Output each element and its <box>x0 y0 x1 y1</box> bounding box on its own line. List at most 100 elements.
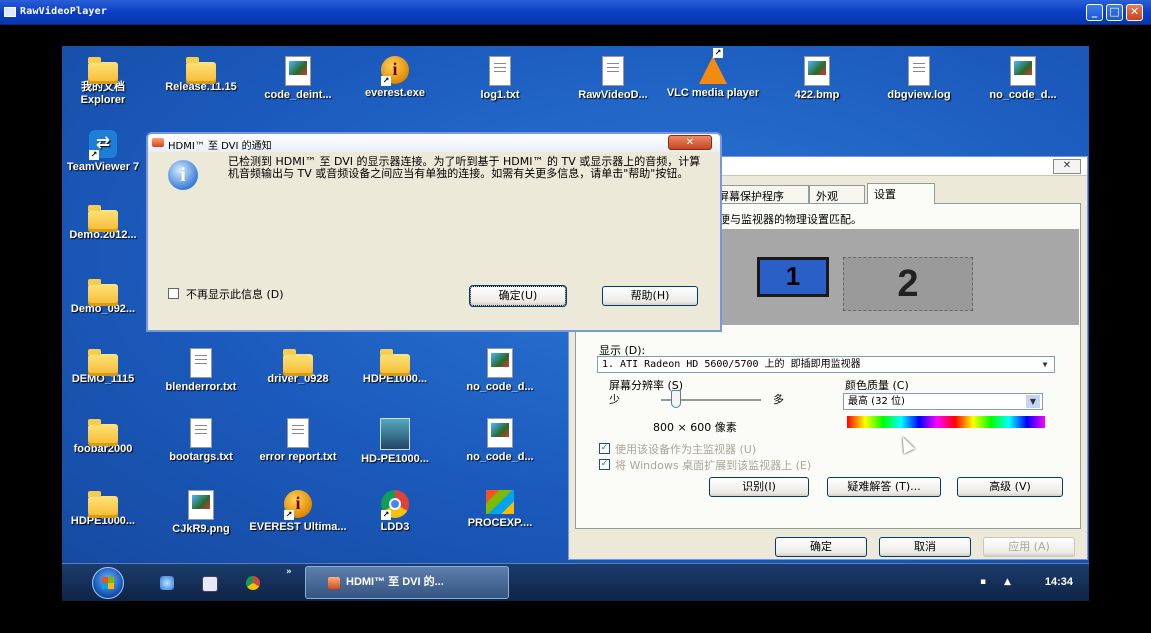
chevron-down-icon: ▼ <box>1042 360 1048 369</box>
desktop-icon[interactable]: everest.exe <box>346 56 444 100</box>
image-file-icon <box>1010 56 1036 86</box>
ie-icon[interactable] <box>160 576 174 590</box>
text-file-icon <box>287 418 309 448</box>
window-title: RawVideoPlayer <box>20 6 108 17</box>
ok-button[interactable]: 确定 <box>775 537 867 557</box>
desktop-icon[interactable]: driver_0928 <box>249 348 347 386</box>
cancel-button[interactable]: 取消 <box>879 537 971 557</box>
apply-button[interactable]: 应用 (A) <box>983 537 1075 557</box>
desktop-icon[interactable]: LDD3 <box>346 490 444 534</box>
advanced-button[interactable]: 高级 (V) <box>957 477 1063 497</box>
desktop-icon[interactable]: blenderror.txt <box>152 348 250 394</box>
teamviewer-icon <box>89 130 117 160</box>
notification-help-button[interactable]: 帮助(H) <box>602 286 698 306</box>
desktop-icon[interactable]: DEMO_1115 <box>62 348 152 386</box>
folder-icon <box>88 205 118 232</box>
notification-ok-button[interactable]: 确定(U) <box>469 285 567 307</box>
taskbar-item-label: HDMI™ 至 DVI 的... <box>346 576 444 588</box>
image-file-icon <box>487 418 513 448</box>
hint-text: 便与监视器的物理设置匹配。 <box>719 213 862 226</box>
desktop-icon[interactable]: code_deint... <box>249 56 347 102</box>
color-quality-select[interactable]: 最高 (32 位) ▼ <box>843 393 1043 410</box>
image-file-icon <box>487 348 513 378</box>
window-titlebar: RawVideoPlayer _ □ ✕ <box>0 0 1151 25</box>
desktop-icon[interactable]: Release.11.15 <box>152 56 250 94</box>
close-button[interactable]: ✕ <box>1126 4 1143 21</box>
text-file-icon <box>489 56 511 86</box>
procexp-icon <box>486 490 514 514</box>
desktop-icon[interactable]: 我的文档 Explorer <box>62 56 152 107</box>
notification-titlebar: HDMI™ 至 DVI 的通知 ✕ <box>148 134 720 152</box>
desktop-icon[interactable]: EVEREST Ultima... <box>249 490 347 534</box>
monitor-2[interactable]: 2 <box>843 257 973 311</box>
minimize-button[interactable]: _ <box>1086 4 1103 21</box>
desktop-icon[interactable]: RawVideoD... <box>564 56 662 102</box>
save-icon[interactable] <box>202 576 218 592</box>
desktop-icon[interactable]: error report.txt <box>249 418 347 464</box>
tray-network-icon[interactable]: ▪ <box>980 577 986 587</box>
dialog-close-button[interactable]: ✕ <box>1053 159 1081 174</box>
tab-appearance[interactable]: 外观 <box>809 185 865 203</box>
desktop-icon-label: 422.bmp <box>794 89 840 101</box>
desktop-icon[interactable]: Demo_092... <box>62 278 152 316</box>
desktop-icon[interactable]: CJkR9.png <box>152 490 250 536</box>
troubleshoot-button[interactable]: 疑难解答 (T)... <box>827 477 941 497</box>
desktop-icon[interactable]: HDPE1000... <box>346 348 444 386</box>
desktop-icon-label: LDD3 <box>380 521 410 533</box>
resolution-slider-thumb[interactable] <box>671 390 681 408</box>
image-file-icon <box>285 56 311 86</box>
desktop-icon[interactable]: TeamViewer 7 <box>62 130 152 174</box>
notification-close-button[interactable]: ✕ <box>668 135 712 150</box>
desktop-icon-label: code_deint... <box>264 89 332 101</box>
primary-monitor-checkbox[interactable]: ✓ <box>599 443 610 454</box>
desktop-icon[interactable]: HDPE1000... <box>62 490 152 528</box>
chevron-down-icon: ▼ <box>1026 395 1040 408</box>
tab-screensaver[interactable]: 屏幕保护程序 <box>711 185 809 203</box>
taskbar-clock[interactable]: 14:34 <box>1045 576 1073 588</box>
desktop-icon[interactable]: HD-PE1000... <box>346 418 444 466</box>
folder-icon <box>380 349 410 376</box>
maximize-button[interactable]: □ <box>1106 4 1123 21</box>
display-select[interactable]: 1. ATI Radeon HD 5600/5700 上的 即插即用监视器 ▼ <box>597 356 1055 373</box>
image-file-icon <box>188 490 214 520</box>
tab-settings[interactable]: 设置 <box>867 183 935 204</box>
desktop-icon-label: CJkR9.png <box>172 523 230 535</box>
desktop-icon[interactable]: foobar2000 <box>62 418 152 456</box>
folder-icon <box>88 349 118 376</box>
desktop-icon[interactable]: bootargs.txt <box>152 418 250 464</box>
info-icon: i <box>168 160 198 190</box>
folder-icon <box>186 57 216 84</box>
desktop-icon[interactable]: 422.bmp <box>768 56 866 102</box>
everest-icon <box>284 490 312 520</box>
desktop-icon-label: no_code_d... <box>989 89 1057 101</box>
desktop-icon[interactable]: log1.txt <box>451 56 549 102</box>
desktop-icon-label: no_code_d... <box>466 451 534 463</box>
desktop-icon-label: log1.txt <box>480 89 520 101</box>
desktop-icon[interactable]: no_code_d... <box>451 418 549 464</box>
chrome-icon[interactable] <box>246 576 260 590</box>
desktop-icon[interactable]: dbgview.log <box>870 56 968 102</box>
desktop-icon[interactable]: VLC media player <box>664 48 762 100</box>
extend-desktop-checkbox[interactable]: ✓ <box>599 459 610 470</box>
desktop-icon[interactable]: no_code_d... <box>451 348 549 394</box>
dont-show-label: 不再显示此信息 (D) <box>186 288 284 301</box>
identify-button[interactable]: 识别(I) <box>709 477 809 497</box>
hdmi-notification-dialog: HDMI™ 至 DVI 的通知 ✕ i 已检测到 HDMI™ 至 DVI 的显示… <box>146 132 722 332</box>
quicklaunch-chevron[interactable]: » <box>286 567 292 577</box>
desktop-icon-label: error report.txt <box>259 451 337 463</box>
start-button[interactable] <box>92 567 124 599</box>
desktop-icon-label: everest.exe <box>365 87 425 99</box>
desktop-icon[interactable]: PROCEXP.... <box>451 490 549 530</box>
desktop-icon-label: bootargs.txt <box>169 451 233 463</box>
text-file-icon <box>908 56 930 86</box>
taskbar-item-hdmi-notification[interactable]: HDMI™ 至 DVI 的... <box>305 566 509 599</box>
color-quality-label: 颜色质量 (C) <box>845 379 909 392</box>
desktop-icon[interactable]: no_code_d... <box>974 56 1072 102</box>
monitor-1[interactable]: 1 <box>757 257 829 297</box>
dont-show-checkbox[interactable] <box>168 288 179 299</box>
desktop-icon-label: EVEREST Ultima... <box>249 521 347 533</box>
tray-expand-icon[interactable]: ▲ <box>1004 577 1011 587</box>
video-frame: 我的文档 ExplorerRelease.11.15code_deint...e… <box>62 46 1089 601</box>
display-select-value: 1. ATI Radeon HD 5600/5700 上的 即插即用监视器 <box>602 359 861 370</box>
desktop-icon[interactable]: Demo.2012... <box>62 204 152 242</box>
